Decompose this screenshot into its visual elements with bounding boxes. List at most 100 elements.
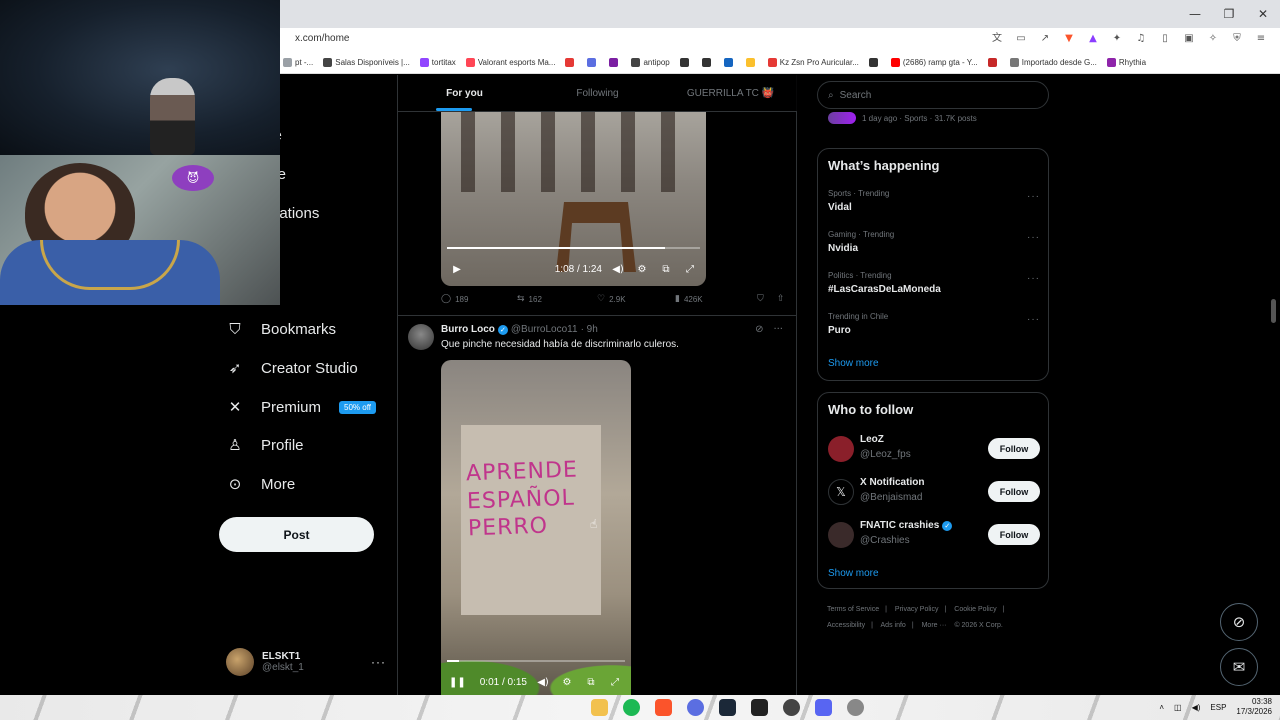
tab-following[interactable]: Following	[531, 75, 664, 111]
x-logo-icon[interactable]: 𝕏	[828, 479, 854, 505]
pause-icon[interactable]: ❚❚	[449, 677, 466, 688]
tweet-author-handle[interactable]: @BurroLoco11	[511, 324, 578, 335]
more-icon[interactable]: ···	[1027, 191, 1040, 202]
grok-fab-icon[interactable]: ⊘	[1220, 603, 1258, 641]
steam-icon[interactable]	[719, 699, 736, 716]
play-icon[interactable]: ▶	[449, 264, 465, 275]
pip-icon[interactable]: ⧉	[583, 677, 599, 688]
bookmark-item[interactable]	[565, 58, 577, 67]
vpn-icon[interactable]: ⛨	[1230, 32, 1244, 46]
wallet-icon[interactable]: ▣	[1182, 32, 1196, 46]
avatar[interactable]	[828, 436, 854, 462]
follow-suggestion[interactable]: FNATIC crashies ✓ @Crashies Follow	[828, 520, 1040, 552]
bookmark-item[interactable]	[609, 58, 621, 67]
search-input[interactable]: ⌕ Search	[817, 81, 1049, 109]
account-more-icon[interactable]: ···	[371, 655, 386, 669]
fullscreen-icon[interactable]: ⤢	[607, 677, 623, 688]
grok-explain-icon[interactable]: ⊘	[755, 324, 763, 335]
nav-more[interactable]: ⊙ More	[225, 474, 295, 494]
bookmark-item[interactable]: tortitax	[419, 58, 456, 67]
scrollbar[interactable]	[1271, 299, 1276, 323]
bookmark-item[interactable]: Rhythia	[1106, 58, 1146, 67]
video-player[interactable]: APRENDE ESPAÑOL PERRO ❚❚ 0:01 / 0:15 ◀) …	[441, 360, 631, 695]
clock[interactable]: 03:38 17/3/2026	[1236, 697, 1272, 717]
network-icon[interactable]: ◫	[1174, 703, 1182, 712]
nav-bookmarks[interactable]: ⛉ Bookmarks	[225, 319, 336, 339]
bookmark-item[interactable]	[587, 58, 599, 67]
obs-icon[interactable]	[783, 699, 800, 716]
follow-button[interactable]: Follow	[988, 481, 1040, 502]
file-explorer-icon[interactable]	[591, 699, 608, 716]
messages-fab-icon[interactable]: ✉	[1220, 648, 1258, 686]
volume-icon[interactable]: ◀)	[535, 677, 551, 688]
show-more-link[interactable]: Show more	[828, 568, 879, 579]
nav-profile[interactable]: ♙ Profile	[225, 435, 303, 455]
volume-icon[interactable]: ◀)	[1192, 703, 1201, 712]
bookmark-item[interactable]: Valorant esports Ma...	[465, 58, 555, 67]
bookmark-item[interactable]	[723, 58, 736, 67]
pip-icon[interactable]: ⧉	[658, 264, 674, 275]
extensions-icon[interactable]: ✦	[1110, 32, 1124, 46]
fullscreen-icon[interactable]: ⤢	[682, 264, 698, 275]
translate-icon[interactable]: 文	[990, 32, 1004, 46]
tab-for-you[interactable]: For you	[398, 75, 531, 111]
rewards-icon[interactable]: ▲	[1086, 32, 1100, 46]
volume-icon[interactable]: ◀)	[610, 264, 626, 275]
bookmark-item[interactable]	[745, 58, 758, 67]
sidebar-icon[interactable]: ▯	[1158, 32, 1172, 46]
footer-terms[interactable]: Terms of Service	[827, 606, 879, 613]
tab-guerrilla-tc[interactable]: GUERRILLA TC 👹	[664, 75, 797, 111]
trend-item[interactable]: Gaming · Trending Nvidia ···	[828, 230, 1040, 254]
more-icon[interactable]: ···	[1027, 232, 1040, 243]
bookmark-item[interactable]: pt -...	[283, 58, 313, 67]
more-icon[interactable]: ···	[773, 324, 783, 335]
follow-button[interactable]: Follow	[988, 438, 1040, 459]
video-progress-bar[interactable]	[447, 247, 700, 249]
repost-button[interactable]: ⇆ 162	[517, 294, 597, 304]
more-icon[interactable]: ···	[1027, 314, 1040, 325]
post-button[interactable]: Post	[219, 517, 374, 552]
url-text[interactable]: x.com/home	[295, 33, 349, 44]
footer-accessibility[interactable]: Accessibility	[827, 622, 865, 629]
bookmark-item[interactable]: (2686) ramp gta - Y...	[890, 58, 978, 67]
bookmark-button[interactable]: ⛉	[757, 294, 777, 304]
cast-icon[interactable]: ▭	[1014, 32, 1028, 46]
close-icon[interactable]: ✕	[1246, 0, 1280, 28]
leo-icon[interactable]: ✧	[1206, 32, 1220, 46]
tray-chevron-icon[interactable]: ˄	[1159, 703, 1164, 712]
like-button[interactable]: ♡ 2.9K	[597, 294, 675, 304]
show-more-link[interactable]: Show more	[828, 358, 879, 369]
bookmark-item[interactable]	[987, 58, 1000, 67]
app-icon[interactable]	[687, 699, 704, 716]
discord-icon[interactable]	[815, 699, 832, 716]
trend-item[interactable]: Trending in Chile Puro ···	[828, 312, 1040, 336]
nav-premium[interactable]: ✕ Premium 50% off	[225, 397, 376, 417]
menu-icon[interactable]: ≡	[1254, 32, 1268, 46]
footer-cookie[interactable]: Cookie Policy	[954, 606, 996, 613]
spotify-icon[interactable]	[623, 699, 640, 716]
footer-privacy[interactable]: Privacy Policy	[895, 606, 939, 613]
input-language[interactable]: ESP	[1210, 703, 1226, 712]
account-switcher[interactable]: ELSKT1 @elskt_1	[226, 648, 304, 676]
trend-summary[interactable]: 1 day ago · Sports · 31.7K posts	[828, 112, 977, 124]
bookmark-item[interactable]	[701, 58, 714, 67]
views-button[interactable]: ▮ 426K	[675, 294, 757, 304]
footer-ads-info[interactable]: Ads info	[881, 622, 906, 629]
share-button[interactable]: ⇧	[777, 294, 785, 304]
settings-icon[interactable]: ⚙	[634, 264, 650, 275]
music-icon[interactable]: ♫	[1134, 32, 1148, 46]
settings-icon[interactable]	[847, 699, 864, 716]
share-icon[interactable]: ↗	[1038, 32, 1052, 46]
nav-creator-studio[interactable]: ➶ Creator Studio	[225, 358, 358, 378]
follow-button[interactable]: Follow	[988, 524, 1040, 545]
bookmark-item[interactable]	[679, 58, 692, 67]
app-icon[interactable]	[751, 699, 768, 716]
trend-item[interactable]: Politics · Trending #LasCarasDeLaMoneda ··…	[828, 271, 1040, 295]
restore-icon[interactable]: ❐	[1212, 0, 1246, 28]
brave-shield-icon[interactable]: ▼	[1062, 32, 1076, 46]
more-icon[interactable]: ···	[1027, 273, 1040, 284]
trend-item[interactable]: Sports · Trending Vidal ···	[828, 189, 1040, 213]
bookmark-item[interactable]: antipop	[631, 58, 670, 67]
reply-button[interactable]: ◯ 189	[441, 294, 517, 304]
bookmark-item[interactable]: Kz Zsn Pro Auricular...	[767, 58, 859, 67]
